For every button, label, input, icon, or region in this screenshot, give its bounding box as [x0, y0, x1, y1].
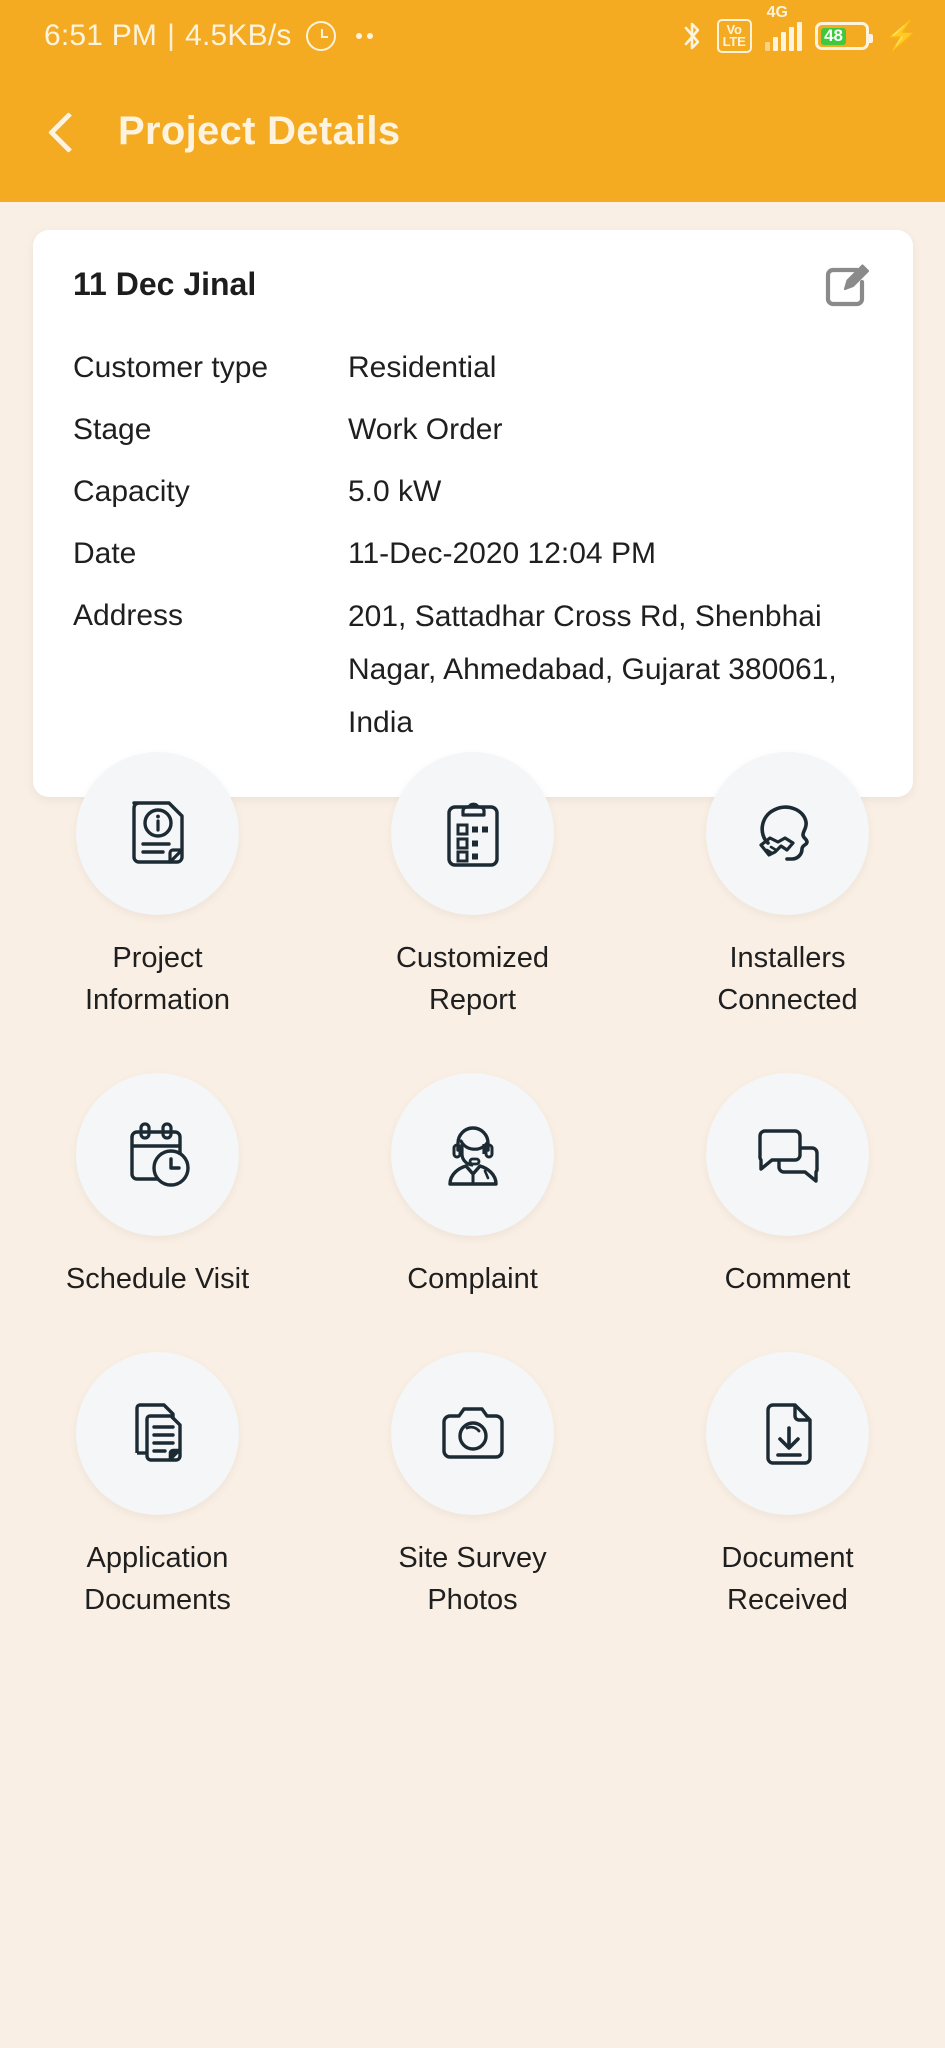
- tile-label: Comment: [724, 1263, 851, 1295]
- detail-value: 201, Sattadhar Cross Rd, Shenbhai Nagar,…: [348, 600, 837, 739]
- tile-site-survey-photos[interactable]: Site Survey Photos: [315, 1352, 630, 1621]
- camera-icon: [441, 1406, 504, 1459]
- calendar-clock-icon: [129, 1121, 190, 1187]
- tile-application-documents[interactable]: Application Documents: [0, 1352, 315, 1621]
- network-type-label: 4G: [766, 3, 788, 21]
- detail-label: Capacity: [73, 475, 190, 508]
- detail-value: 5.0 kW: [348, 475, 442, 508]
- status-separator: |: [167, 19, 176, 52]
- tile-icon-circle: [706, 1352, 869, 1515]
- documents-stack-icon: [134, 1402, 182, 1462]
- alarm-icon: [305, 21, 336, 51]
- tile-icon-circle: [706, 752, 869, 915]
- tile-label: Project Information: [84, 942, 231, 1016]
- tile-icon-circle: [706, 1073, 869, 1236]
- tile-label: Installers Connected: [717, 942, 858, 1016]
- project-details-list: Customer type Residential Stage Work Ord…: [73, 342, 873, 749]
- tile-icon-circle: [76, 1073, 239, 1236]
- detail-value: Residential: [348, 351, 497, 384]
- status-time: 6:51 PM: [44, 19, 158, 52]
- battery-level: 48: [820, 26, 847, 45]
- tile-schedule-visit[interactable]: Schedule Visit: [0, 1073, 315, 1300]
- clipboard-checklist-icon: [446, 802, 499, 867]
- action-grid: Project Information Customized Report In…: [0, 752, 945, 1621]
- more-dots-icon: [355, 33, 373, 39]
- document-download-icon: [765, 1402, 812, 1465]
- tile-comment[interactable]: Comment: [630, 1073, 945, 1300]
- network-speed: 4.5KB/s: [185, 19, 292, 52]
- tile-document-received[interactable]: Document Received: [630, 1352, 945, 1621]
- signal-bars-icon: 4G: [764, 4, 803, 51]
- project-details-screen: 6:51 PM | 4.5KB/s Vo LTE 4G 48 ⚡ Project…: [0, 0, 945, 2048]
- project-name: 11 Dec Jinal: [73, 266, 257, 302]
- tile-installers-connected[interactable]: Installers Connected: [630, 752, 945, 1021]
- project-summary-card: 11 Dec Jinal Customer type Residential S…: [33, 230, 913, 797]
- tile-icon-circle: [76, 1352, 239, 1515]
- detail-row: Address 201, Sattadhar Cross Rd, Shenbha…: [73, 590, 873, 749]
- battery-icon: 48: [815, 22, 874, 50]
- bluetooth-icon: [680, 20, 704, 52]
- tile-complaint[interactable]: Complaint: [315, 1073, 630, 1300]
- page-title: Project Details: [118, 108, 401, 153]
- tile-label: Site Survey Photos: [398, 1542, 547, 1616]
- tile-customized-report[interactable]: Customized Report: [315, 752, 630, 1021]
- detail-row: Date 11-Dec-2020 12:04 PM: [73, 528, 873, 580]
- detail-value: 11-Dec-2020 12:04 PM: [348, 537, 656, 570]
- charging-bolt-icon: ⚡: [884, 20, 919, 51]
- tile-icon-circle: [391, 752, 554, 915]
- card-header: 11 Dec Jinal: [73, 264, 873, 312]
- document-info-icon: [131, 800, 184, 864]
- tile-label: Schedule Visit: [65, 1263, 250, 1295]
- tile-label: Application Documents: [84, 1542, 231, 1616]
- tile-project-information[interactable]: Project Information: [0, 752, 315, 1021]
- detail-label: Stage: [73, 413, 152, 446]
- status-bar: 6:51 PM | 4.5KB/s Vo LTE 4G 48 ⚡: [0, 0, 945, 72]
- support-agent-icon: [447, 1125, 498, 1186]
- status-bar-right: Vo LTE 4G 48 ⚡: [680, 4, 919, 53]
- detail-row: Capacity 5.0 kW: [73, 466, 873, 518]
- tile-label: Complaint: [407, 1263, 538, 1295]
- detail-row: Stage Work Order: [73, 404, 873, 456]
- app-bar: Project Details: [0, 72, 945, 202]
- tile-label: Customized Report: [395, 942, 550, 1016]
- chat-bubbles-icon: [757, 1128, 819, 1183]
- detail-value: Work Order: [348, 413, 503, 446]
- detail-row: Customer type Residential: [73, 342, 873, 394]
- tile-icon-circle: [391, 1352, 554, 1515]
- back-chevron-icon[interactable]: [40, 108, 86, 154]
- edit-pencil-icon[interactable]: [821, 260, 873, 312]
- detail-label: Date: [73, 537, 137, 570]
- tile-label: Document Received: [721, 1542, 854, 1616]
- volte-icon: Vo LTE: [716, 19, 752, 53]
- tile-icon-circle: [76, 752, 239, 915]
- detail-label: Address: [73, 599, 184, 632]
- status-bar-left: 6:51 PM | 4.5KB/s: [44, 19, 373, 53]
- handshake-head-icon: [758, 804, 809, 861]
- detail-label: Customer type: [73, 351, 269, 384]
- tile-icon-circle: [391, 1073, 554, 1236]
